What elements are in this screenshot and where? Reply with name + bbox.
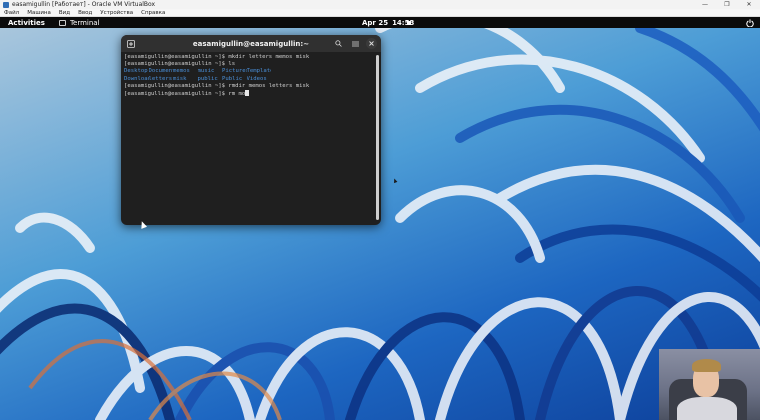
menu-help[interactable]: Справка (137, 10, 169, 16)
ls-output-row: Downloads letters misk public Public Vid… (124, 76, 378, 83)
terminal-header[interactable]: easamigullin@easamigullin:~ (121, 35, 381, 52)
activities-button[interactable]: Activities (8, 19, 45, 27)
text-cursor (245, 90, 249, 97)
search-icon[interactable] (332, 38, 344, 49)
ls-entry: letters (148, 75, 173, 82)
clock-date: Apr 25 (362, 18, 389, 27)
terminal-line: [easamigullin@easamigullin ~]$ mkdir let… (124, 54, 310, 60)
screen-recording-indicator-icon (407, 21, 411, 25)
ls-entry: Desktop (124, 68, 148, 75)
ls-entry: memos (173, 68, 190, 75)
terminal-window[interactable]: easamigullin@easamigullin:~ [easamigulli… (121, 35, 381, 225)
host-window-title: easamigullin [Работает] - Oracle VM Virt… (12, 1, 156, 8)
webcam-overlay (659, 349, 760, 420)
terminal-actions (332, 38, 377, 49)
ls-entry: public (197, 75, 218, 82)
webcam-person-shirt (677, 397, 737, 420)
close-button[interactable]: ✕ (738, 0, 760, 9)
new-tab-icon[interactable] (126, 39, 136, 49)
menu-file[interactable]: Файл (0, 10, 23, 16)
terminal-current-input: rm mo (228, 91, 246, 98)
menu-input[interactable]: Ввод (74, 10, 96, 16)
menu-machine[interactable]: Машина (23, 10, 55, 16)
window-controls: — ❐ ✕ (694, 0, 760, 9)
ls-entry: music (197, 68, 215, 75)
power-icon[interactable] (745, 18, 754, 27)
hamburger-menu-icon[interactable] (349, 38, 361, 49)
ls-entry: Downloads (124, 75, 149, 82)
terminal-output[interactable]: [easamigullin@easamigullin ~]$ mkdir let… (121, 52, 381, 225)
restore-button[interactable]: ❐ (716, 0, 738, 9)
ls-entry: misk (173, 75, 187, 82)
terminal-prompt: [easamigullin@easamigullin ~]$ (124, 91, 229, 98)
menu-devices[interactable]: Устройства (96, 10, 137, 16)
webcam-person-hair (692, 359, 721, 372)
virtualbox-icon (3, 1, 9, 8)
ls-entry: Documents (148, 68, 174, 75)
app-menu-label: Terminal (69, 18, 100, 27)
terminal-line: [easamigullin@easamigullin ~]$ rmdir mem… (124, 82, 310, 89)
terminal-scrollbar[interactable] (376, 55, 379, 220)
close-icon[interactable] (366, 38, 377, 49)
host-titlebar: easamigullin [Работает] - Oracle VM Virt… (0, 0, 760, 9)
host-menubar: Файл Машина Вид Ввод Устройства Справка (0, 9, 760, 17)
terminal-input-line[interactable]: [easamigullin@easamigullin ~]$ rm mo (124, 90, 378, 98)
menu-view[interactable]: Вид (55, 10, 74, 16)
ls-entry: Videos (246, 75, 267, 82)
ls-entry: Pictures (222, 68, 247, 75)
ls-output-row: Desktop Documents memos music Pictures T… (124, 68, 378, 75)
screen: easamigullin [Работает] - Oracle VM Virt… (0, 0, 760, 420)
ls-entry: Public (222, 75, 243, 82)
terminal-line: [easamigullin@easamigullin ~]$ ls (124, 61, 236, 68)
ls-entry: Templates (246, 68, 272, 75)
app-menu[interactable]: Terminal (58, 18, 100, 27)
gnome-top-bar: Activities Terminal Apr 25 14:53 (0, 17, 760, 28)
clock-time: 14:53 (392, 18, 415, 27)
terminal-icon (58, 19, 66, 26)
minimize-button[interactable]: — (694, 0, 716, 9)
